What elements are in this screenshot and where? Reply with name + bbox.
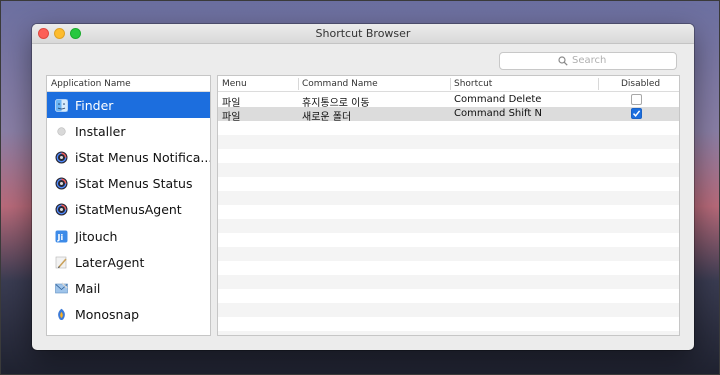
checkmark-icon xyxy=(632,110,641,117)
application-list[interactable]: Application Name Finder Installer iStat Me… xyxy=(46,75,211,336)
search-field[interactable]: Search xyxy=(499,52,677,70)
app-list-item-label: LaterAgent xyxy=(75,254,145,270)
later-agent-icon xyxy=(55,256,68,269)
table-row-background xyxy=(218,247,679,261)
table-row-background xyxy=(218,121,679,135)
table-header: Menu Command Name Shortcut Disabled xyxy=(218,76,679,92)
table-row-background xyxy=(218,233,679,247)
app-list-item[interactable]: LaterAgent xyxy=(47,249,210,275)
table-row-background xyxy=(218,261,679,275)
search-icon xyxy=(558,55,568,66)
table-row-background xyxy=(218,303,679,317)
table-row-background xyxy=(218,149,679,163)
jitouch-icon: Ji xyxy=(55,230,68,243)
app-list-item-label: Installer xyxy=(75,123,126,139)
cell-command-name: 새로운 폴더 xyxy=(302,112,352,123)
app-list-item[interactable]: Ji Jitouch xyxy=(47,223,210,249)
shortcuts-table[interactable]: Menu Command Name Shortcut Disabled 파일 휴지… xyxy=(217,75,680,336)
istat-icon xyxy=(55,177,68,190)
finder-icon xyxy=(55,98,68,112)
mail-icon xyxy=(55,282,68,295)
installer-icon xyxy=(55,125,68,138)
app-list-item[interactable]: Installer xyxy=(47,118,210,144)
app-list-item-label: Jitouch xyxy=(75,228,118,244)
table-row-background xyxy=(218,135,679,149)
table-row[interactable]: 파일 새로운 폴더 Command Shift N xyxy=(218,107,679,123)
app-list-item-label: iStat Menus Notifica... xyxy=(75,149,210,165)
table-row-background xyxy=(218,219,679,233)
cell-shortcut: Command Shift N xyxy=(454,108,542,119)
column-header-menu[interactable]: Menu xyxy=(222,79,247,89)
app-list-item-label: iStatMenusAgent xyxy=(75,202,182,218)
istat-icon xyxy=(55,203,68,216)
app-list-item-label: iStat Menus Status xyxy=(75,176,193,192)
table-row-background xyxy=(218,163,679,177)
table-row-background xyxy=(218,331,679,335)
table-row-background xyxy=(218,289,679,303)
window-title: Shortcut Browser xyxy=(315,27,411,40)
cell-menu: 파일 xyxy=(222,112,241,123)
app-list-item-label: Mail xyxy=(75,280,101,296)
application-list-header[interactable]: Application Name xyxy=(47,76,210,92)
search-placeholder: Search xyxy=(572,55,607,66)
monosnap-icon xyxy=(55,308,68,321)
disabled-checkbox[interactable] xyxy=(631,94,642,105)
app-list-item[interactable]: Mail xyxy=(47,275,210,301)
app-list-item[interactable]: iStat Menus Notifica... xyxy=(47,144,210,170)
cell-shortcut: Command Delete xyxy=(454,94,542,105)
shortcut-browser-window: Shortcut Browser Search Application Name… xyxy=(32,24,694,350)
app-list-item[interactable]: iStatMenusAgent xyxy=(47,197,210,223)
app-list-item-label: Finder xyxy=(75,97,114,113)
column-header-disabled[interactable]: Disabled xyxy=(621,79,660,89)
column-header-command-name[interactable]: Command Name xyxy=(302,79,378,89)
app-list-item-label: Monosnap xyxy=(75,307,140,323)
table-row-background xyxy=(218,275,679,289)
title-bar[interactable]: Shortcut Browser xyxy=(32,24,694,44)
column-header-shortcut[interactable]: Shortcut xyxy=(454,79,492,89)
istat-icon xyxy=(55,151,68,164)
table-row-background xyxy=(218,317,679,331)
svg-text:Ji: Ji xyxy=(57,233,64,242)
disabled-checkbox[interactable] xyxy=(631,108,642,119)
table-row[interactable]: 파일 휴지통으로 이동 Command Delete xyxy=(218,93,679,109)
table-row-background xyxy=(218,177,679,191)
app-list-item[interactable]: iStat Menus Status xyxy=(47,171,210,197)
table-row-background xyxy=(218,205,679,219)
app-list-item[interactable]: Monosnap xyxy=(47,302,210,328)
table-row-background xyxy=(218,191,679,205)
app-list-item[interactable]: Finder xyxy=(47,92,210,119)
